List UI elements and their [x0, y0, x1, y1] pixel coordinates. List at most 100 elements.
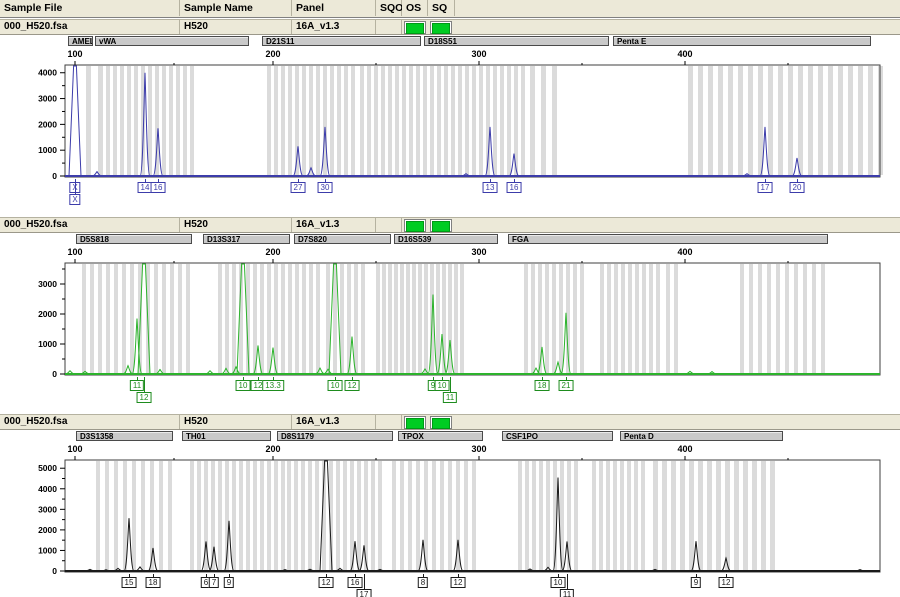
- svg-text:1000: 1000: [38, 545, 57, 555]
- size-ruler: 100200300400: [0, 247, 900, 259]
- svg-text:3000: 3000: [38, 504, 57, 514]
- sample-file-cell[interactable]: 000_H520.fsa: [0, 415, 180, 429]
- sample-file-cell[interactable]: 000_H520.fsa: [0, 20, 180, 34]
- electropherogram-plot[interactable]: 01000200030004000: [0, 61, 900, 179]
- allele-label[interactable]: 18: [535, 380, 550, 391]
- marker-box-d5s818[interactable]: D5S818: [76, 234, 192, 244]
- bin-bars: [96, 461, 775, 570]
- allele-label[interactable]: 11: [130, 380, 144, 391]
- sq-quality-cell: [430, 416, 452, 429]
- allele-label[interactable]: 17: [357, 589, 372, 597]
- column-header-sqo[interactable]: SQO: [376, 0, 402, 16]
- bin-bars: [86, 66, 883, 175]
- panel-name-cell[interactable]: 16A_v1.3: [292, 415, 376, 429]
- allele-label[interactable]: 12: [451, 577, 466, 588]
- os-quality-cell: [404, 21, 426, 34]
- marker-box-d16s539[interactable]: D16S539: [394, 234, 498, 244]
- allele-label[interactable]: 8: [418, 577, 428, 588]
- sqo-cell: [376, 20, 402, 34]
- panel-name-cell[interactable]: 16A_v1.3: [292, 218, 376, 232]
- allele-label[interactable]: 10: [551, 577, 566, 588]
- size-ruler: 100200300400: [0, 49, 900, 61]
- marker-box-d7s820[interactable]: D7S820: [294, 234, 391, 244]
- allele-label[interactable]: 16: [507, 182, 522, 193]
- allele-label[interactable]: 21: [559, 380, 574, 391]
- bin-bars: [82, 264, 825, 373]
- allele-label[interactable]: 10: [328, 380, 343, 391]
- allele-label[interactable]: 10: [236, 380, 251, 391]
- allele-label[interactable]: 27: [291, 182, 306, 193]
- column-header-sample-file[interactable]: Sample File: [0, 0, 180, 16]
- allele-label[interactable]: 9: [691, 577, 701, 588]
- y-axis: 010002000300040005000: [38, 463, 65, 574]
- svg-text:3000: 3000: [38, 94, 57, 104]
- x-ruler-ticks: [75, 456, 788, 460]
- allele-label-connector: [567, 574, 568, 589]
- marker-box-fga[interactable]: FGA: [508, 234, 828, 244]
- allele-label[interactable]: 17: [758, 182, 773, 193]
- marker-box-th01[interactable]: TH01: [182, 431, 271, 441]
- sqo-cell: [376, 218, 402, 232]
- ruler-tick-label: 300: [462, 247, 496, 257]
- marker-bar: D3S1358 TH01 D8S1179 TPOX CSF1PO Penta D: [0, 431, 900, 444]
- allele-label[interactable]: 15: [122, 577, 137, 588]
- column-header-os[interactable]: OS: [402, 0, 428, 16]
- marker-box-vwa[interactable]: vWA: [95, 36, 249, 46]
- sample-panel-black: 000_H520.fsa H520 16A_v1.3 D3S1358 TH01 D8…: [0, 414, 900, 597]
- allele-label[interactable]: 9: [224, 577, 234, 588]
- marker-box-csf1po[interactable]: CSF1PO: [502, 431, 613, 441]
- svg-text:1000: 1000: [38, 339, 57, 349]
- allele-label[interactable]: 12: [345, 380, 360, 391]
- column-header-panel[interactable]: Panel: [292, 0, 376, 16]
- column-header-sq[interactable]: SQ: [428, 0, 455, 16]
- marker-box-penta-e[interactable]: Penta E: [613, 36, 871, 46]
- sample-row[interactable]: 000_H520.fsa H520 16A_v1.3: [0, 19, 900, 35]
- allele-label[interactable]: 10: [435, 380, 450, 391]
- allele-label[interactable]: 7: [209, 577, 219, 588]
- allele-label[interactable]: 16: [348, 577, 363, 588]
- svg-text:1000: 1000: [38, 145, 57, 155]
- svg-text:0: 0: [52, 369, 57, 377]
- ruler-tick-label: 200: [256, 247, 290, 257]
- marker-box-d21s11[interactable]: D21S11: [262, 36, 421, 46]
- allele-label[interactable]: 16: [151, 182, 166, 193]
- ruler-tick-label: 200: [256, 49, 290, 59]
- marker-box-d8s1179[interactable]: D8S1179: [277, 431, 393, 441]
- sample-row[interactable]: 000_H520.fsa H520 16A_v1.3: [0, 217, 900, 233]
- y-axis: 0100020003000: [38, 269, 65, 377]
- ruler-tick-label: 100: [58, 49, 92, 59]
- sample-file-cell[interactable]: 000_H520.fsa: [0, 218, 180, 232]
- allele-label-connector: [364, 574, 365, 589]
- marker-box-d3s1358[interactable]: D3S1358: [76, 431, 173, 441]
- marker-box-d13s317[interactable]: D13S317: [203, 234, 290, 244]
- allele-label[interactable]: 11: [560, 589, 574, 597]
- panel-name-cell[interactable]: 16A_v1.3: [292, 20, 376, 34]
- allele-label[interactable]: 18: [146, 577, 161, 588]
- marker-box-d18s51[interactable]: D18S51: [424, 36, 609, 46]
- allele-label[interactable]: 30: [318, 182, 333, 193]
- allele-label-connector: [450, 377, 451, 392]
- sample-name-cell[interactable]: H520: [180, 218, 292, 232]
- allele-label[interactable]: 11: [443, 392, 457, 403]
- allele-label[interactable]: 12: [719, 577, 734, 588]
- sample-panel-blue: 000_H520.fsa H520 16A_v1.3 AMELvWA D21S11…: [0, 19, 900, 212]
- allele-label[interactable]: 13.3: [262, 380, 284, 391]
- allele-label[interactable]: 12: [137, 392, 152, 403]
- ruler-tick-label: 300: [462, 444, 496, 454]
- marker-box-tpox[interactable]: TPOX: [398, 431, 483, 441]
- allele-label[interactable]: 12: [319, 577, 334, 588]
- marker-box-penta-d[interactable]: Penta D: [620, 431, 783, 441]
- allele-label[interactable]: X: [69, 194, 80, 205]
- ruler-tick-label: 100: [58, 247, 92, 257]
- svg-text:2000: 2000: [38, 309, 57, 319]
- allele-label[interactable]: 20: [790, 182, 805, 193]
- electropherogram-plot[interactable]: 010002000300040005000: [0, 456, 900, 574]
- sample-row[interactable]: 000_H520.fsa H520 16A_v1.3: [0, 414, 900, 430]
- sample-name-cell[interactable]: H520: [180, 415, 292, 429]
- sample-name-cell[interactable]: H520: [180, 20, 292, 34]
- column-header-sample-name[interactable]: Sample Name: [180, 0, 292, 16]
- electropherogram-plot[interactable]: 0100020003000: [0, 259, 900, 377]
- svg-text:4000: 4000: [38, 484, 57, 494]
- allele-label[interactable]: 13: [483, 182, 498, 193]
- marker-box-amel[interactable]: AMEL: [68, 36, 93, 46]
